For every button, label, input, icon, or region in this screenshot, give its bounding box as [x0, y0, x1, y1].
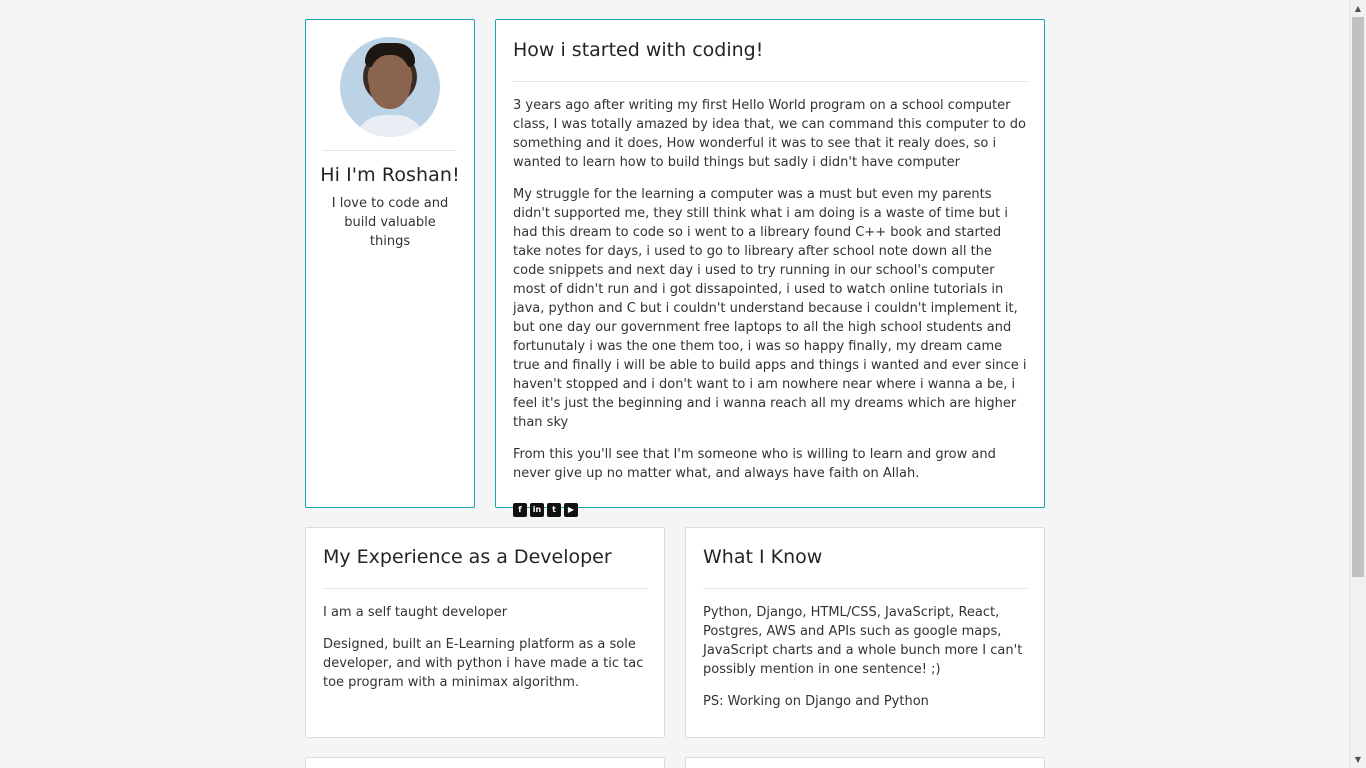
- scroll-up-arrow-icon[interactable]: ▲: [1350, 0, 1366, 17]
- experience-paragraph: Designed, built an E-Learning platform a…: [323, 637, 644, 690]
- experience-title: My Experience as a Developer: [323, 546, 612, 568]
- next-card-left: [305, 757, 665, 768]
- story-title: How i started with coding!: [513, 39, 764, 61]
- story-paragraph: 3 years ago after writing my first Hello…: [513, 98, 1027, 170]
- page-scrollbar[interactable]: ▲ ▼: [1349, 0, 1366, 768]
- profile-avatar: [340, 37, 440, 137]
- scrollbar-thumb[interactable]: [1352, 17, 1364, 577]
- skills-body: Python, Django, HTML/CSS, JavaScript, Re…: [703, 603, 1027, 711]
- skills-title: What I Know: [703, 546, 823, 568]
- skills-divider: [703, 588, 1027, 589]
- skills-card: What I Know Python, Django, HTML/CSS, Ja…: [685, 527, 1045, 738]
- story-card: How i started with coding! 3 years ago a…: [495, 19, 1045, 517]
- experience-paragraph: I am a self taught developer: [323, 605, 508, 620]
- page: Hi I'm Roshan! I love to code and build …: [0, 0, 1366, 768]
- experience-card: My Experience as a Developer I am a self…: [305, 527, 665, 738]
- story-paragraph: My struggle for the learning a computer …: [513, 187, 1027, 430]
- skills-paragraph: PS: Working on Django and Python: [703, 694, 929, 709]
- story-body: 3 years ago after writing my first Hello…: [513, 96, 1027, 483]
- experience-divider: [323, 588, 647, 589]
- next-card-right: [685, 757, 1045, 768]
- experience-body: I am a self taught developer Designed, b…: [323, 603, 647, 692]
- scroll-down-arrow-icon[interactable]: ▼: [1350, 751, 1366, 768]
- profile-tagline: I love to code and build valuable things: [331, 196, 449, 249]
- profile-divider: [323, 150, 457, 151]
- story-divider: [513, 81, 1027, 82]
- profile-greeting: Hi I'm Roshan!: [320, 164, 460, 186]
- skills-paragraph: Python, Django, HTML/CSS, JavaScript, Re…: [703, 605, 1023, 677]
- social-links: f in t ▶: [513, 503, 1027, 517]
- linkedin-icon[interactable]: in: [530, 503, 544, 517]
- story-paragraph: From this you'll see that I'm someone wh…: [513, 447, 996, 481]
- profile-card: Hi I'm Roshan! I love to code and build …: [305, 19, 475, 508]
- youtube-icon[interactable]: ▶: [564, 503, 578, 517]
- facebook-icon[interactable]: f: [513, 503, 527, 517]
- twitter-icon[interactable]: t: [547, 503, 561, 517]
